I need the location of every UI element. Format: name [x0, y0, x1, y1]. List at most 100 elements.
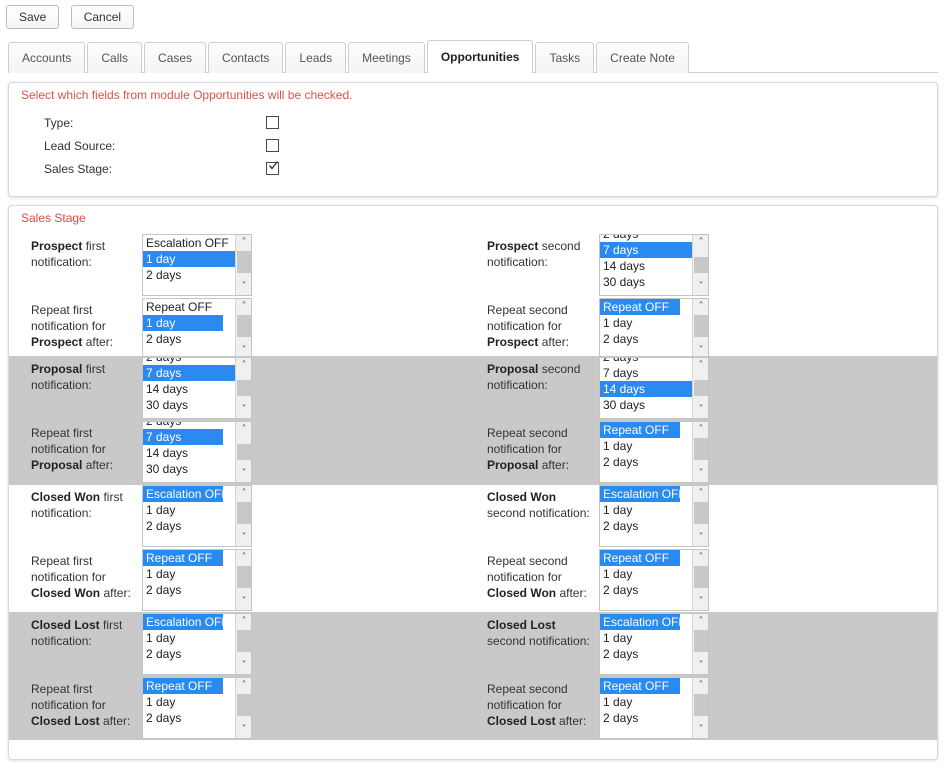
tab-create-note[interactable]: Create Note	[596, 42, 689, 73]
scroll-up-icon[interactable]: ˄	[693, 235, 708, 251]
scroll-up-icon[interactable]: ˄	[693, 678, 708, 694]
listbox-option[interactable]: 7 days	[143, 429, 223, 445]
scrollbar-thumb[interactable]	[237, 694, 251, 716]
listbox-option[interactable]: 2 days	[600, 358, 693, 365]
listbox-option[interactable]: Escalation OFF	[143, 235, 236, 251]
save-button[interactable]: Save	[6, 5, 60, 29]
listbox-repeat-first-notification-for-closed-lost-after[interactable]: Repeat OFF 1 day 2 days ˄ ˅	[142, 677, 252, 739]
scroll-down-icon[interactable]: ˅	[236, 658, 251, 674]
listbox-option[interactable]: 1 day	[143, 630, 223, 646]
listbox-option[interactable]: 30 days	[600, 397, 693, 413]
listbox-scrollbar[interactable]: ˄ ˅	[235, 235, 251, 295]
listbox-option[interactable]: 1 day	[600, 502, 680, 518]
listbox-closed-lost-first-notification[interactable]: Escalation OFF 1 day 2 days ˄ ˅	[142, 613, 252, 675]
scrollbar-thumb[interactable]	[237, 380, 251, 396]
listbox-repeat-second-notification-for-closed-won-after[interactable]: Repeat OFF 1 day 2 days ˄ ˅	[599, 549, 709, 611]
scroll-down-icon[interactable]: ˅	[693, 594, 708, 610]
listbox-option[interactable]: 1 day	[600, 438, 680, 454]
listbox-option[interactable]: 2 days	[600, 518, 680, 534]
scroll-up-icon[interactable]: ˄	[693, 358, 708, 374]
scroll-down-icon[interactable]: ˅	[693, 722, 708, 738]
field-checkbox[interactable]	[266, 161, 279, 175]
scrollbar-thumb[interactable]	[694, 502, 708, 524]
scroll-up-icon[interactable]: ˄	[236, 486, 251, 502]
listbox-option[interactable]: 1 day	[600, 566, 680, 582]
scrollbar-thumb[interactable]	[237, 251, 251, 273]
listbox-prospect-second-notification[interactable]: 2 days 7 days 14 days 30 days ˄ ˅	[599, 234, 709, 296]
scroll-down-icon[interactable]: ˅	[693, 402, 708, 418]
scrollbar-thumb[interactable]	[237, 444, 251, 460]
listbox-option[interactable]: 14 days	[143, 445, 223, 461]
scroll-up-icon[interactable]: ˄	[236, 678, 251, 694]
scroll-down-icon[interactable]: ˅	[693, 466, 708, 482]
scrollbar-thumb[interactable]	[694, 380, 708, 396]
listbox-option[interactable]: 7 days	[143, 365, 236, 381]
listbox-scrollbar[interactable]: ˄ ˅	[692, 299, 708, 359]
listbox-prospect-first-notification[interactable]: Escalation OFF 1 day 2 days ˄ ˅	[142, 234, 252, 296]
scroll-up-icon[interactable]: ˄	[236, 235, 251, 251]
listbox-option[interactable]: 2 days	[143, 710, 223, 726]
scroll-down-icon[interactable]: ˅	[693, 279, 708, 295]
listbox-repeat-second-notification-for-closed-lost-after[interactable]: Repeat OFF 1 day 2 days ˄ ˅	[599, 677, 709, 739]
tab-contacts[interactable]: Contacts	[208, 42, 284, 73]
listbox-option[interactable]: 7 days	[600, 365, 693, 381]
scrollbar-thumb[interactable]	[694, 438, 708, 460]
listbox-option[interactable]: 2 days	[143, 422, 223, 429]
listbox-option[interactable]: 2 days	[600, 710, 680, 726]
listbox-option[interactable]: 2 days	[600, 582, 680, 598]
listbox-option[interactable]: 1 day	[600, 630, 680, 646]
listbox-scrollbar[interactable]: ˄ ˅	[235, 486, 251, 546]
listbox-option[interactable]: Repeat OFF	[600, 422, 680, 438]
listbox-option[interactable]: Escalation OFF	[143, 614, 223, 630]
listbox-option[interactable]: 1 day	[143, 251, 236, 267]
scrollbar-thumb[interactable]	[237, 566, 251, 588]
listbox-option[interactable]: 1 day	[143, 566, 223, 582]
listbox-repeat-first-notification-for-proposal-after[interactable]: 2 days 7 days 14 days 30 days ˄ ˅	[142, 421, 252, 483]
tab-cases[interactable]: Cases	[144, 42, 207, 73]
listbox-option[interactable]: 2 days	[600, 454, 680, 470]
tab-meetings[interactable]: Meetings	[348, 42, 425, 73]
tab-opportunities[interactable]: Opportunities	[426, 40, 534, 73]
listbox-scrollbar[interactable]: ˄ ˅	[235, 614, 251, 674]
listbox-scrollbar[interactable]: ˄ ˅	[235, 550, 251, 610]
listbox-repeat-second-notification-for-prospect-after[interactable]: Repeat OFF 1 day 2 days ˄ ˅	[599, 298, 709, 360]
listbox-option[interactable]: 1 day	[600, 315, 680, 331]
scroll-up-icon[interactable]: ˄	[693, 486, 708, 502]
listbox-option[interactable]: Escalation OFF	[600, 614, 680, 630]
listbox-option[interactable]: 1 day	[600, 694, 680, 710]
tab-leads[interactable]: Leads	[285, 42, 347, 73]
listbox-option[interactable]: 2 days	[143, 358, 236, 365]
scroll-up-icon[interactable]: ˄	[693, 422, 708, 438]
listbox-option[interactable]: 2 days	[600, 331, 680, 347]
listbox-option[interactable]: 30 days	[143, 461, 223, 477]
scrollbar-thumb[interactable]	[237, 630, 251, 652]
listbox-option[interactable]: Repeat OFF	[143, 678, 223, 694]
listbox-scrollbar[interactable]: ˄ ˅	[235, 678, 251, 738]
listbox-repeat-first-notification-for-closed-won-after[interactable]: Repeat OFF 1 day 2 days ˄ ˅	[142, 549, 252, 611]
listbox-option[interactable]: 1 day	[143, 315, 223, 331]
listbox-scrollbar[interactable]: ˄ ˅	[692, 358, 708, 418]
listbox-scrollbar[interactable]: ˄ ˅	[692, 614, 708, 674]
scrollbar-thumb[interactable]	[694, 694, 708, 716]
listbox-option[interactable]: 30 days	[600, 274, 693, 290]
listbox-option[interactable]: 2 days	[600, 235, 693, 242]
listbox-repeat-second-notification-for-proposal-after[interactable]: Repeat OFF 1 day 2 days ˄ ˅	[599, 421, 709, 483]
field-checkbox[interactable]	[266, 116, 279, 129]
listbox-option[interactable]: 7 days	[600, 242, 693, 258]
scrollbar-thumb[interactable]	[237, 502, 251, 524]
listbox-proposal-first-notification[interactable]: 2 days 7 days 14 days 30 days ˄ ˅	[142, 357, 252, 419]
tab-accounts[interactable]: Accounts	[8, 42, 86, 73]
listbox-scrollbar[interactable]: ˄ ˅	[235, 422, 251, 482]
scrollbar-thumb[interactable]	[694, 566, 708, 588]
listbox-scrollbar[interactable]: ˄ ˅	[692, 422, 708, 482]
listbox-scrollbar[interactable]: ˄ ˅	[692, 550, 708, 610]
scroll-down-icon[interactable]: ˅	[236, 402, 251, 418]
listbox-option[interactable]: Escalation OFF	[143, 486, 223, 502]
cancel-button[interactable]: Cancel	[70, 5, 135, 29]
listbox-option[interactable]: 14 days	[600, 258, 693, 274]
scroll-up-icon[interactable]: ˄	[693, 614, 708, 630]
scrollbar-thumb[interactable]	[237, 315, 251, 337]
listbox-option[interactable]: 2 days	[143, 646, 223, 662]
scroll-up-icon[interactable]: ˄	[236, 614, 251, 630]
scroll-up-icon[interactable]: ˄	[236, 422, 251, 438]
